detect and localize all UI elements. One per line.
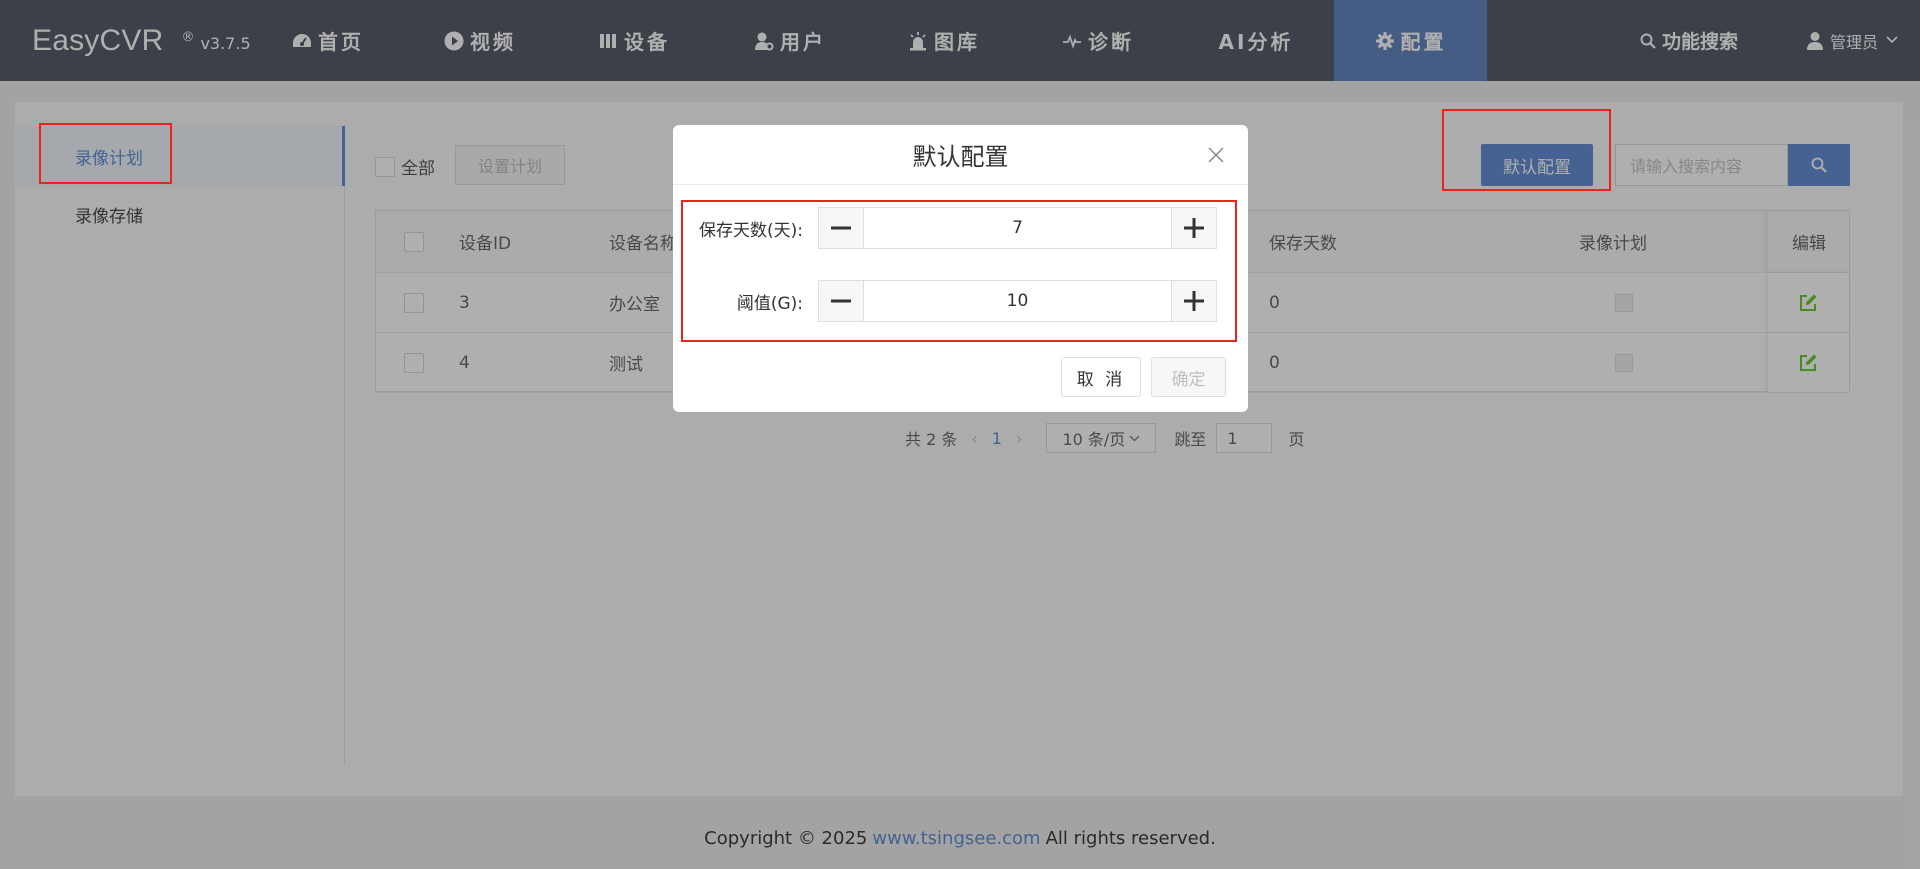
- decrement-button[interactable]: [819, 281, 864, 321]
- save-days-stepper: 7: [818, 207, 1217, 249]
- close-icon[interactable]: [1202, 141, 1230, 169]
- form-row-save-days: 保存天数(天): 7: [673, 207, 1248, 249]
- default-config-dialog: 默认配置 保存天数(天): 7 阈值(G): 10 取 消 确定: [673, 125, 1248, 412]
- threshold-label: 阈值(G):: [736, 293, 803, 314]
- save-days-label: 保存天数(天):: [699, 220, 803, 241]
- confirm-button[interactable]: 确定: [1151, 357, 1226, 397]
- threshold-value[interactable]: 10: [864, 281, 1171, 321]
- save-days-value[interactable]: 7: [864, 208, 1171, 248]
- increment-button[interactable]: [1171, 208, 1216, 248]
- cancel-button[interactable]: 取 消: [1061, 357, 1141, 397]
- dialog-header: 默认配置: [673, 125, 1248, 185]
- dialog-title: 默认配置: [912, 143, 1009, 171]
- increment-button[interactable]: [1171, 281, 1216, 321]
- decrement-button[interactable]: [819, 208, 864, 248]
- threshold-stepper: 10: [818, 280, 1217, 322]
- form-row-threshold: 阈值(G): 10: [673, 280, 1248, 322]
